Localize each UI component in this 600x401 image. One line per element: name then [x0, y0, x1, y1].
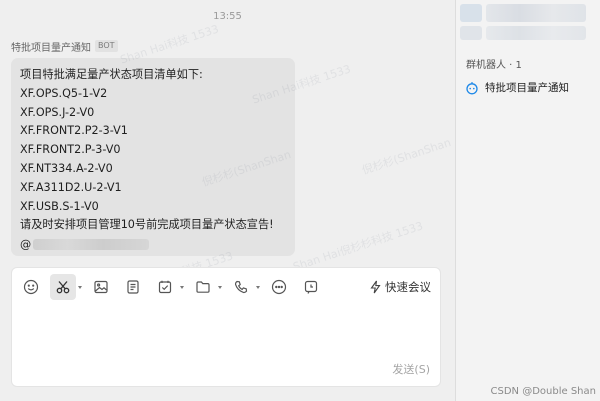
- message-line: XF.A311D2.U-2-V1: [20, 180, 122, 194]
- watermark-text: Shan Hai倪杉杉科技 1533: [291, 219, 425, 274]
- quick-meeting-label: 快速会议: [385, 280, 431, 294]
- group-robots-title: 群机器人 · 1: [466, 60, 522, 71]
- robot-name: 特批项目量产通知: [485, 82, 569, 94]
- message-line: XF.OPS.Q5-1-V2: [20, 86, 108, 100]
- task-icon[interactable]: [152, 274, 178, 300]
- message-bubble[interactable]: 项目特批满足量产状态项目清单如下: XF.OPS.Q5-1-V2 XF.OPS.…: [11, 58, 295, 256]
- robot-icon: [466, 81, 478, 94]
- robot-list-item[interactable]: 特批项目量产通知: [465, 80, 569, 95]
- call-dropdown-caret[interactable]: [254, 274, 262, 300]
- scissors-icon[interactable]: [50, 274, 76, 300]
- document-icon[interactable]: [120, 274, 146, 300]
- redacted-avatar: [460, 26, 482, 40]
- message-line: 项目特批满足量产状态项目清单如下:: [20, 68, 203, 81]
- folder-dropdown-caret[interactable]: [216, 274, 224, 300]
- message-line: XF.FRONT2.P-3-V0: [20, 143, 121, 157]
- emoji-icon[interactable]: [18, 274, 44, 300]
- image-icon[interactable]: [88, 274, 114, 300]
- mention-redacted[interactable]: [33, 238, 150, 250]
- bot-badge: BOT: [95, 40, 118, 52]
- redacted-avatar: [460, 4, 482, 22]
- mention-line: @: [20, 236, 286, 252]
- schedule-icon[interactable]: [298, 274, 324, 300]
- task-dropdown-caret[interactable]: [178, 274, 186, 300]
- folder-icon[interactable]: [190, 274, 216, 300]
- message-composer[interactable]: 快速会议 发送(S): [11, 267, 441, 387]
- message-timestamp: 13:55: [213, 11, 242, 22]
- more-icon[interactable]: [266, 274, 292, 300]
- message-line: XF.NT334.A-2-V0: [20, 161, 113, 175]
- phone-icon[interactable]: [228, 274, 254, 300]
- message-line: XF.USB.S-1-V0: [20, 199, 99, 213]
- message-line: 请及时安排项目管理10号前完成项目量产状态宣告!: [20, 218, 274, 232]
- message-sender: 特批项目量产通知 BOT: [11, 39, 118, 54]
- send-button[interactable]: 发送(S): [392, 361, 430, 377]
- lightning-icon: [370, 280, 381, 294]
- group-info-sidebar: 群机器人 · 1 特批项目量产通知 CSDN @Double Shan: [456, 0, 600, 401]
- chat-pane: 13:55 特批项目量产通知 BOT 项目特批满足量产状态项目清单如下: XF.…: [0, 0, 455, 401]
- quick-meeting-button[interactable]: 快速会议: [369, 277, 431, 297]
- message-line: XF.FRONT2.P2-3-V1: [20, 124, 128, 138]
- mention-at: @: [20, 237, 32, 251]
- composer-toolbar: [18, 274, 324, 300]
- redacted-text: [486, 26, 586, 40]
- screenshot-dropdown-caret[interactable]: [76, 274, 84, 300]
- message-line: XF.OPS.J-2-V0: [20, 105, 95, 119]
- sender-name[interactable]: 特批项目量产通知: [11, 39, 91, 54]
- csdn-watermark: CSDN @Double Shan: [490, 386, 596, 397]
- watermark-text: 倪杉杉(ShanShan: [360, 135, 453, 177]
- redacted-text: [486, 4, 586, 22]
